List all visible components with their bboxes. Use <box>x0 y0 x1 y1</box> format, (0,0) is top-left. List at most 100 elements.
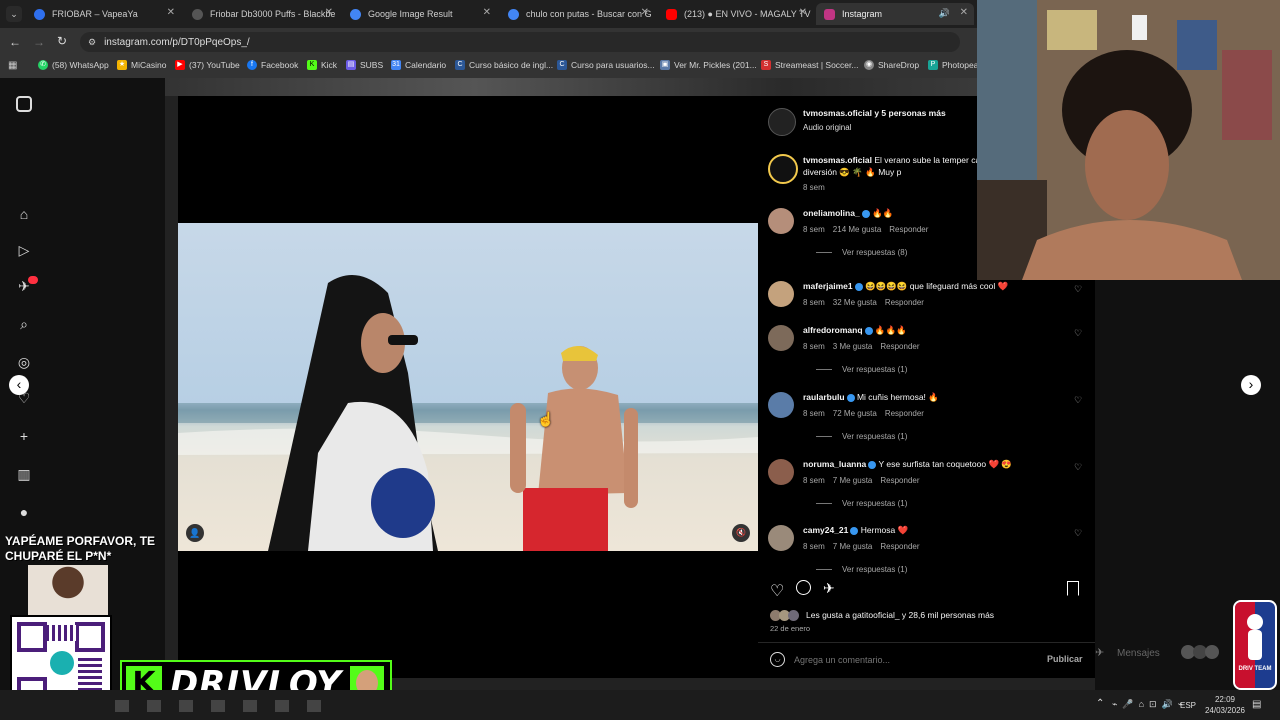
emoji-icon[interactable]: ◡ <box>770 652 785 667</box>
reply-link[interactable]: Responder <box>885 298 924 307</box>
close-icon[interactable]: ✕ <box>960 7 968 18</box>
tagged-user-icon[interactable]: 👤 <box>186 524 204 542</box>
comment-like-heart-icon[interactable]: ♡ <box>1074 528 1082 539</box>
close-icon[interactable]: ✕ <box>167 7 175 18</box>
bookmark-micasino[interactable]: ★ MiCasino <box>117 60 166 70</box>
view-replies-link[interactable]: Ver respuestas (1) <box>816 499 907 508</box>
site-info-icon[interactable]: ⚙ <box>88 32 96 52</box>
comment-likes[interactable]: 214 Me gusta <box>833 225 881 234</box>
tab-friobar-vapeaya[interactable]: FRIOBAR – VapeaYa ✕ <box>26 3 181 25</box>
avatar[interactable] <box>768 281 794 307</box>
comment-username[interactable]: oneliamolina_ <box>803 208 860 218</box>
avatar[interactable] <box>768 392 794 418</box>
view-replies-link[interactable]: Ver respuestas (8) <box>816 248 907 257</box>
comment-input[interactable] <box>792 651 1036 669</box>
like-heart-icon[interactable]: ♡ <box>770 581 784 601</box>
publish-button[interactable]: Publicar <box>1047 654 1083 664</box>
avatar[interactable] <box>768 108 796 136</box>
back-icon[interactable]: ← <box>9 35 21 49</box>
explore-icon[interactable]: ◎ <box>16 354 32 370</box>
comment-username[interactable]: alfredoromanq <box>803 325 863 335</box>
mute-toggle-icon[interactable]: 🔇 <box>732 524 750 542</box>
view-replies-link[interactable]: Ver respuestas (1) <box>816 365 907 374</box>
reply-link[interactable]: Responder <box>885 409 924 418</box>
tab-friobar-db3000[interactable]: Friobar Db3000 Puffs - Blackbe ✕ <box>184 3 339 25</box>
bookmark-photopea[interactable]: P Photopea <box>928 60 978 70</box>
tab-google-search[interactable]: chulo con putas - Buscar con G ✕ <box>500 3 655 25</box>
comment-likes[interactable]: 7 Me gusta <box>833 476 873 485</box>
profile-icon[interactable]: ● <box>16 504 32 520</box>
save-bookmark-icon[interactable] <box>1067 581 1079 596</box>
reply-link[interactable]: Responder <box>889 225 928 234</box>
avatar[interactable] <box>768 208 794 234</box>
bookmark-kick[interactable]: K Kick <box>307 60 337 70</box>
bookmark-streameast[interactable]: S Streameast | Soccer... <box>761 60 858 70</box>
avatar[interactable] <box>768 154 798 184</box>
input-language[interactable]: ESP <box>1180 701 1196 710</box>
comment-like-heart-icon[interactable]: ♡ <box>1074 328 1082 339</box>
previous-post-button[interactable]: ‹ <box>9 375 29 395</box>
reels-icon[interactable]: ▷ <box>16 242 32 258</box>
tray-chevron-icon[interactable]: ⌃ <box>1096 698 1104 709</box>
avatar[interactable] <box>768 525 794 551</box>
tab-search-icon[interactable]: ⌄ <box>6 6 22 22</box>
caption-username[interactable]: tvmosmas.oficial <box>803 155 872 165</box>
tab-youtube-live[interactable]: (213) ● EN VIVO - MAGALY TV ✕ <box>658 3 813 25</box>
share-icon[interactable]: ✈ <box>823 580 835 597</box>
likes-summary[interactable]: Les gusta a gatitooficial_ y 28,6 mil pe… <box>806 610 994 620</box>
comment-likes[interactable]: 72 Me gusta <box>833 409 877 418</box>
next-post-button[interactable]: › <box>1241 375 1261 395</box>
comment-like-heart-icon[interactable]: ♡ <box>1074 462 1082 473</box>
bookmark-subs[interactable]: ▤ SUBS <box>346 60 383 70</box>
search-icon[interactable]: ⌕ <box>16 316 32 332</box>
instagram-logo-icon[interactable] <box>16 96 32 112</box>
avatar[interactable] <box>768 459 794 485</box>
clock-time[interactable]: 22:09 <box>1210 695 1240 704</box>
address-bar[interactable]: ⚙ instagram.com/p/DT0pPqeOps_/ <box>80 32 960 52</box>
bookmark-whatsapp[interactable]: ✆ (58) WhatsApp <box>38 60 109 70</box>
dashboard-icon[interactable]: ▥ <box>16 466 32 482</box>
bookmark-youtube[interactable]: ▶ (37) YouTube <box>175 60 240 70</box>
forward-icon[interactable]: → <box>33 35 45 49</box>
reply-link[interactable]: Responder <box>880 542 919 551</box>
tab-google-image-result[interactable]: Google Image Result ✕ <box>342 3 497 25</box>
view-replies-link[interactable]: Ver respuestas (1) <box>816 565 907 574</box>
home-icon[interactable]: ⌂ <box>16 206 32 222</box>
clock-date[interactable]: 24/03/2026 <box>1200 706 1250 715</box>
comment-like-heart-icon[interactable]: ♡ <box>1074 284 1082 295</box>
comment-username[interactable]: camy24_21 <box>803 525 848 535</box>
comment-icon[interactable] <box>796 580 811 595</box>
tab-instagram[interactable]: Instagram 🔊 ✕ <box>816 3 974 25</box>
comment-username[interactable]: noruma_luanna <box>803 459 866 469</box>
comment-like-heart-icon[interactable]: ♡ <box>1074 395 1082 406</box>
comment-username[interactable]: raularbulu <box>803 392 845 402</box>
close-icon[interactable]: ✕ <box>325 7 333 18</box>
bookmark-facebook[interactable]: f Facebook <box>247 60 298 70</box>
bookmark-sharedrop[interactable]: ◉ ShareDrop <box>864 60 919 70</box>
post-header-users[interactable]: tvmosmas.oficial y 5 personas más <box>803 108 946 118</box>
comment-username[interactable]: maferjaime1 <box>803 281 853 291</box>
close-icon[interactable]: ✕ <box>483 7 491 18</box>
notification-center-icon[interactable]: ▤ <box>1252 699 1261 710</box>
apps-grid-icon[interactable]: ▦ <box>8 60 17 71</box>
reload-icon[interactable]: ↻ <box>57 34 67 48</box>
comment-likes[interactable]: 32 Me gusta <box>833 298 877 307</box>
bookmark-curso-ingles[interactable]: C Curso básico de ingl... <box>455 60 553 70</box>
tray-icons[interactable]: ⌁🎤⌂⊡🔊⌁ <box>1112 699 1188 710</box>
post-audio[interactable]: Audio original <box>803 123 851 132</box>
bookmark-mr-pickles[interactable]: ▣ Ver Mr. Pickles (201... <box>660 60 757 70</box>
avatar[interactable] <box>768 325 794 351</box>
bookmark-curso-usuarios[interactable]: C Curso para usuarios... <box>557 60 655 70</box>
comment-likes[interactable]: 7 Me gusta <box>833 542 873 551</box>
create-icon[interactable]: + <box>16 428 32 444</box>
reply-link[interactable]: Responder <box>880 342 919 351</box>
comment-likes[interactable]: 3 Me gusta <box>833 342 873 351</box>
speaker-icon[interactable]: 🔊 <box>939 8 950 19</box>
close-icon[interactable]: ✕ <box>641 7 649 18</box>
taskbar-app-icons[interactable] <box>115 700 325 712</box>
bookmark-calendario[interactable]: 31 Calendario <box>391 60 446 70</box>
reply-link[interactable]: Responder <box>880 476 919 485</box>
post-video[interactable]: 👤 🔇 <box>178 223 758 551</box>
close-icon[interactable]: ✕ <box>799 7 807 18</box>
messages-bar[interactable]: ✈ Mensajes <box>1095 642 1235 666</box>
